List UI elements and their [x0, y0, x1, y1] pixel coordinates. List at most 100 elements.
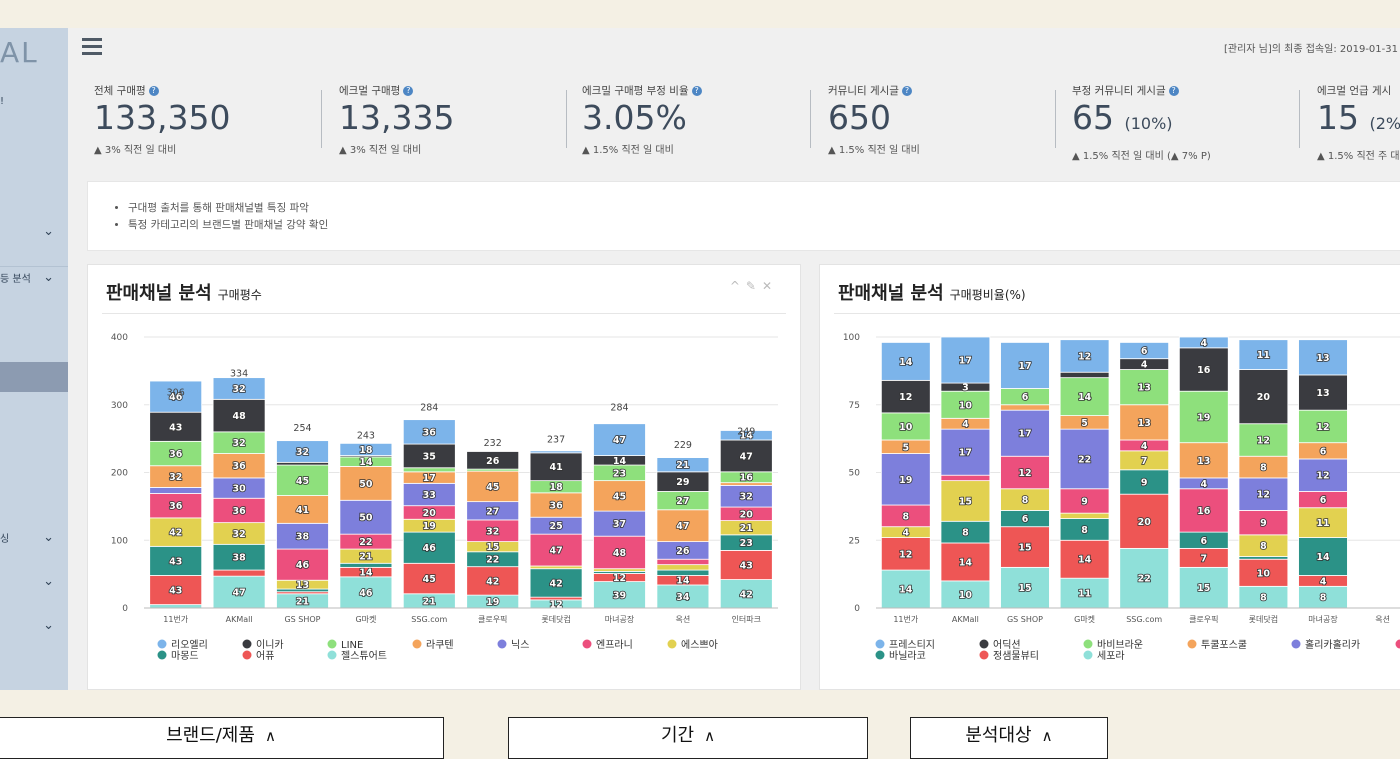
data-label: 4 [1141, 441, 1148, 452]
data-label: 26 [486, 456, 500, 467]
kpi-suffix: (10%) [1125, 114, 1173, 133]
data-label: 4 [1200, 479, 1207, 490]
legend-label: LINE [341, 640, 363, 651]
y-tick-label: 100 [111, 536, 128, 546]
kpi-label: 부정 커뮤니티 게시글 [1072, 85, 1166, 97]
data-label: 36 [169, 449, 183, 460]
data-label: 14 [359, 568, 373, 579]
sidebar-item-label: 등 분석 [0, 270, 31, 285]
help-icon[interactable]: ? [902, 86, 912, 96]
data-label: 20 [1257, 392, 1271, 403]
kpi-compare: 1.5% 직전 일 대비 (▲ 7% P) [1083, 151, 1211, 162]
data-label: 36 [549, 501, 563, 512]
help-icon[interactable]: ? [403, 86, 413, 96]
kpi-compare: 1.5% 직전 일 대비 [839, 145, 920, 156]
legend-label: 라쿠텐 [426, 639, 454, 651]
legend-swatch [158, 640, 167, 649]
x-tick-label: 롯데닷컴 [1249, 614, 1278, 624]
sidebar-item-5[interactable]: ⌄ [0, 574, 68, 590]
up-arrow-icon: ▲ [1317, 151, 1325, 162]
data-label: 50 [359, 513, 373, 524]
sidebar-item-analysis[interactable]: 등 분석⌄ [0, 270, 68, 286]
data-label: 42 [549, 578, 562, 589]
legend-swatch [413, 640, 422, 649]
data-label: 4 [1320, 576, 1327, 587]
data-label: 48 [613, 548, 627, 559]
analysis-target-filter-button[interactable]: 분석대상∧ [910, 717, 1108, 759]
data-label: 11 [1257, 350, 1270, 361]
data-label: 13 [1316, 388, 1329, 399]
note-item: 특정 카테고리의 브랜드별 판매채널 강약 확인 [128, 217, 328, 232]
data-label: 10 [959, 590, 973, 601]
data-label: 9 [1081, 496, 1088, 507]
kpi-value: 3.05% [582, 98, 687, 137]
legend-label: 엔프라니 [596, 639, 633, 651]
data-label: 14 [1078, 555, 1092, 566]
x-tick-label: SSG.com [411, 615, 447, 624]
data-label: 19 [1197, 412, 1210, 423]
data-label: 4 [1141, 360, 1148, 371]
data-label: 10 [959, 400, 973, 411]
data-label: 45 [296, 476, 309, 487]
up-arrow-icon: ▲ [1072, 151, 1080, 162]
data-label: 21 [296, 596, 309, 607]
data-label: 10 [1257, 568, 1271, 579]
data-label: 12 [549, 599, 562, 610]
sidebar-item-2[interactable]: ⌄ [0, 224, 68, 240]
sidebar-item-6[interactable]: ⌄ [0, 618, 68, 634]
chevron-down-icon: ⌄ [43, 224, 54, 239]
total-label: 284 [420, 403, 438, 414]
kpi-label: 에크밀 구매평 부정 비율 [582, 85, 689, 97]
brand-product-filter-button[interactable]: 브랜드/제품∧ [0, 717, 444, 759]
data-label: 18 [359, 445, 373, 456]
data-label: 32 [296, 447, 309, 458]
sidebar: AL ! ⌄ 등 분석⌄ 싱⌄ ⌄ ⌄ [0, 28, 68, 690]
bar-segment [1060, 372, 1109, 377]
x-tick-label: 마녀공장 [605, 614, 635, 624]
collapse-icon[interactable]: ^ [730, 279, 746, 293]
legend-swatch [583, 640, 592, 649]
data-label: 8 [1022, 495, 1029, 506]
data-label: 46 [296, 560, 310, 571]
up-arrow-icon: ▲ [582, 145, 590, 156]
data-label: 19 [899, 475, 912, 486]
help-icon[interactable]: ? [149, 86, 159, 96]
x-tick-label: G마켓 [355, 614, 376, 624]
kpi-divider [566, 90, 567, 148]
close-icon[interactable]: ✕ [762, 279, 778, 293]
filter-label: 기간 [661, 725, 694, 746]
data-label: 25 [549, 521, 562, 532]
insight-notes: 구대평 출처를 통해 판매채널별 특징 파악 특정 카테고리의 브랜드별 판매채… [87, 181, 1400, 251]
kpi-divider [1055, 90, 1056, 148]
data-label: 14 [959, 557, 973, 568]
bar-segment [150, 605, 202, 608]
y-tick-label: 50 [849, 469, 861, 479]
legend-swatch [876, 640, 885, 649]
data-label: 46 [423, 543, 437, 554]
data-label: 4 [962, 419, 969, 430]
brand-logo: AL [0, 36, 39, 69]
data-label: 14 [899, 357, 913, 368]
data-label: 12 [1257, 435, 1270, 446]
data-label: 26 [676, 546, 690, 557]
up-arrow-icon: ▲ [828, 145, 836, 156]
data-label: 11 [1316, 518, 1329, 529]
help-icon[interactable]: ? [1169, 86, 1179, 96]
data-label: 8 [1260, 541, 1267, 552]
data-label: 21 [423, 596, 436, 607]
help-icon[interactable]: ? [692, 86, 702, 96]
data-label: 22 [1078, 454, 1091, 465]
period-filter-button[interactable]: 기간∧ [508, 717, 868, 759]
data-label: 17 [423, 473, 436, 484]
panel-subtitle: 구매평비율(%) [950, 288, 1026, 302]
menu-icon[interactable] [82, 38, 102, 54]
data-label: 45 [423, 574, 436, 585]
data-label: 21 [740, 523, 753, 534]
wrench-icon[interactable]: ✎ [746, 279, 762, 293]
sidebar-item-4[interactable]: 싱⌄ [0, 530, 68, 546]
sidebar-item-active[interactable] [0, 362, 68, 392]
legend-swatch [1292, 640, 1301, 649]
data-label: 32 [740, 492, 753, 503]
kpi-compare: 1.5% 직전 일 대비 [593, 145, 674, 156]
data-label: 43 [169, 556, 182, 567]
